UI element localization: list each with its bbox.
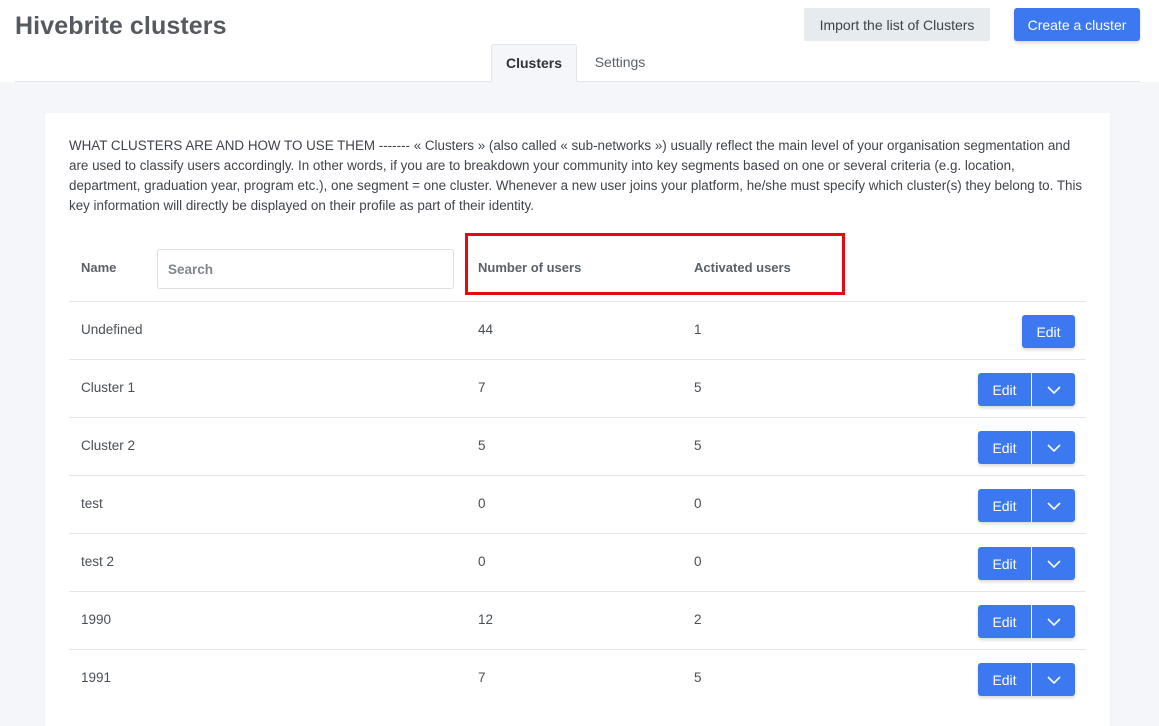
column-header-name: Name	[81, 260, 117, 275]
search-input[interactable]	[157, 249, 454, 289]
cluster-number-of-users: 12	[478, 612, 494, 627]
cluster-activated-users: 0	[694, 554, 702, 569]
tab-settings[interactable]: Settings	[580, 44, 660, 82]
cluster-number-of-users: 5	[478, 438, 486, 453]
chevron-down-icon	[1032, 501, 1075, 510]
edit-button-group: Edit	[978, 605, 1075, 638]
table-row: 1991 7 5 Edit	[69, 649, 1086, 707]
row-actions-dropdown-button[interactable]	[1032, 373, 1075, 406]
chevron-down-icon	[1032, 443, 1075, 452]
cluster-activated-users: 5	[694, 438, 702, 453]
import-clusters-button[interactable]: Import the list of Clusters	[804, 8, 990, 41]
table-row: Undefined 44 1 Edit	[69, 301, 1086, 359]
create-cluster-button[interactable]: Create a cluster	[1014, 8, 1140, 41]
edit-button-group: Edit	[978, 373, 1075, 406]
cluster-activated-users: 0	[694, 496, 702, 511]
chevron-down-icon	[1032, 559, 1075, 568]
edit-button[interactable]: Edit	[978, 663, 1031, 696]
cluster-number-of-users: 0	[478, 554, 486, 569]
cluster-name: Cluster 1	[81, 380, 136, 395]
table-row: test 2 0 0 Edit	[69, 533, 1086, 591]
cluster-activated-users: 2	[694, 612, 702, 627]
table-row: test 0 0 Edit	[69, 475, 1086, 533]
cluster-name: test 2	[81, 554, 115, 569]
cluster-activated-users: 1	[694, 322, 702, 337]
edit-button-group: Edit	[978, 663, 1075, 696]
table-row: 1990 12 2 Edit	[69, 591, 1086, 649]
page-title: Hivebrite clusters	[15, 12, 227, 40]
cluster-name: 1991	[81, 670, 112, 685]
cluster-number-of-users: 7	[478, 670, 486, 685]
chevron-down-icon	[1032, 617, 1075, 626]
row-actions-dropdown-button[interactable]	[1032, 431, 1075, 464]
edit-button-group: Edit	[978, 489, 1075, 522]
edit-button[interactable]: Edit	[978, 547, 1031, 580]
tab-clusters[interactable]: Clusters	[491, 44, 577, 82]
clusters-card: WHAT CLUSTERS ARE AND HOW TO USE THEM --…	[45, 113, 1110, 726]
edit-button[interactable]: Edit	[978, 489, 1031, 522]
row-actions-dropdown-button[interactable]	[1032, 663, 1075, 696]
edit-button[interactable]: Edit	[1022, 315, 1075, 348]
clusters-description: WHAT CLUSTERS ARE AND HOW TO USE THEM --…	[69, 138, 1083, 213]
edit-button[interactable]: Edit	[978, 373, 1031, 406]
table-row: Cluster 1 7 5 Edit	[69, 359, 1086, 417]
cluster-number-of-users: 7	[478, 380, 486, 395]
row-actions-dropdown-button[interactable]	[1032, 605, 1075, 638]
cluster-name: 1990	[81, 612, 112, 627]
cluster-name: test	[81, 496, 103, 511]
edit-button[interactable]: Edit	[978, 605, 1031, 638]
edit-button-group: Edit	[978, 547, 1075, 580]
edit-button-group: Edit	[978, 431, 1075, 464]
edit-button[interactable]: Edit	[978, 431, 1031, 464]
cluster-number-of-users: 0	[478, 496, 486, 511]
page-header: Hivebrite clusters Import the list of Cl…	[0, 0, 1159, 82]
chevron-down-icon	[1032, 385, 1075, 394]
chevron-down-icon	[1032, 675, 1075, 684]
cluster-name: Undefined	[81, 322, 143, 337]
cluster-number-of-users: 44	[478, 322, 494, 337]
table-row: Cluster 2 5 5 Edit	[69, 417, 1086, 475]
row-actions-dropdown-button[interactable]	[1032, 489, 1075, 522]
cluster-name: Cluster 2	[81, 438, 136, 453]
cluster-activated-users: 5	[694, 380, 702, 395]
cluster-activated-users: 5	[694, 670, 702, 685]
row-actions-dropdown-button[interactable]	[1032, 547, 1075, 580]
highlight-box	[465, 233, 845, 295]
